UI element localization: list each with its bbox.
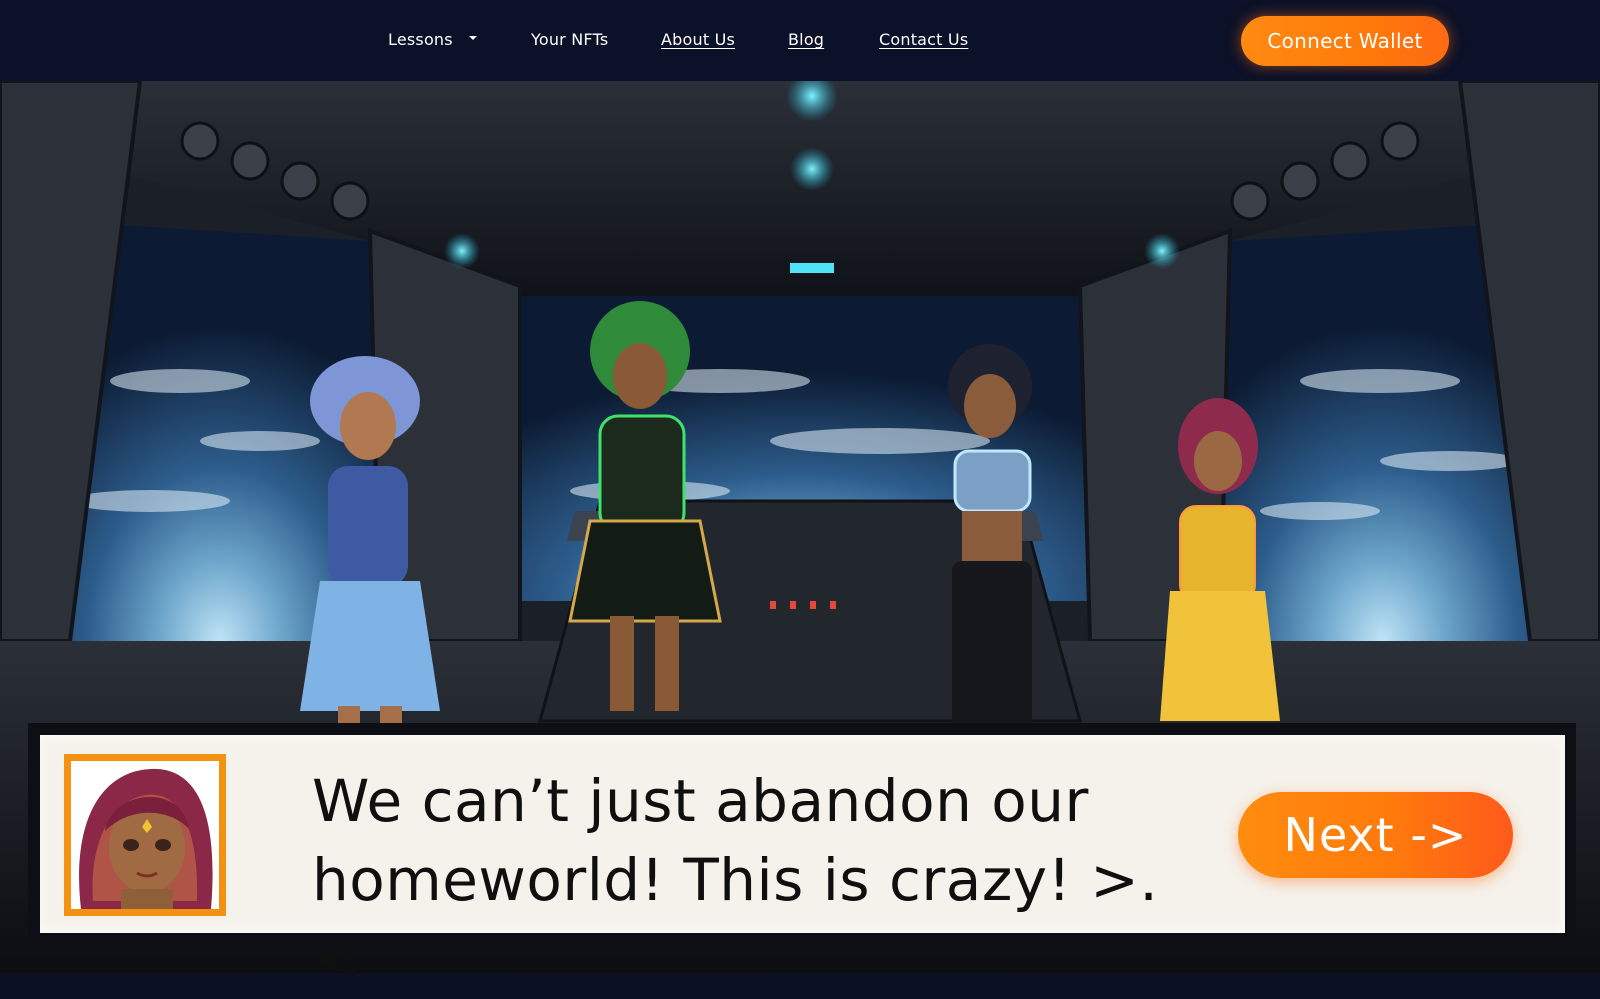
nav-your-nfts[interactable]: Your NFTs [531, 30, 608, 49]
nav-links: Lessons Your NFTs About Us Blog Contact … [0, 0, 1000, 81]
next-button[interactable]: Next -> [1238, 792, 1513, 878]
nav-your-nfts-label: Your NFTs [531, 30, 609, 49]
dialog-text: We can’t just abandon our homeworld! Thi… [312, 762, 1192, 999]
nav-lessons-label: Lessons [388, 30, 453, 49]
caret-down-icon [468, 35, 477, 40]
nav-blog[interactable]: Blog [788, 30, 824, 49]
nav-blog-label: Blog [788, 30, 825, 49]
connect-wallet-button[interactable]: Connect Wallet [1241, 16, 1449, 66]
nav-lessons-dropdown[interactable]: Lessons [388, 30, 477, 49]
nav-contact-us-label: Contact Us [879, 30, 969, 49]
nav-about-us-label: About Us [661, 30, 736, 49]
top-navbar: Lessons Your NFTs About Us Blog Contact … [0, 0, 1600, 81]
nav-about-us[interactable]: About Us [661, 30, 735, 49]
pink-haired-character-portrait-icon [71, 761, 219, 909]
speaker-portrait [64, 754, 226, 916]
dialog-line-2: homeworld! This is crazy! >.< [312, 846, 1159, 993]
nav-contact-us[interactable]: Contact Us [879, 30, 968, 49]
dialog-line-1: We can’t just abandon our [312, 767, 1089, 835]
speaker-portrait-image [71, 761, 219, 909]
